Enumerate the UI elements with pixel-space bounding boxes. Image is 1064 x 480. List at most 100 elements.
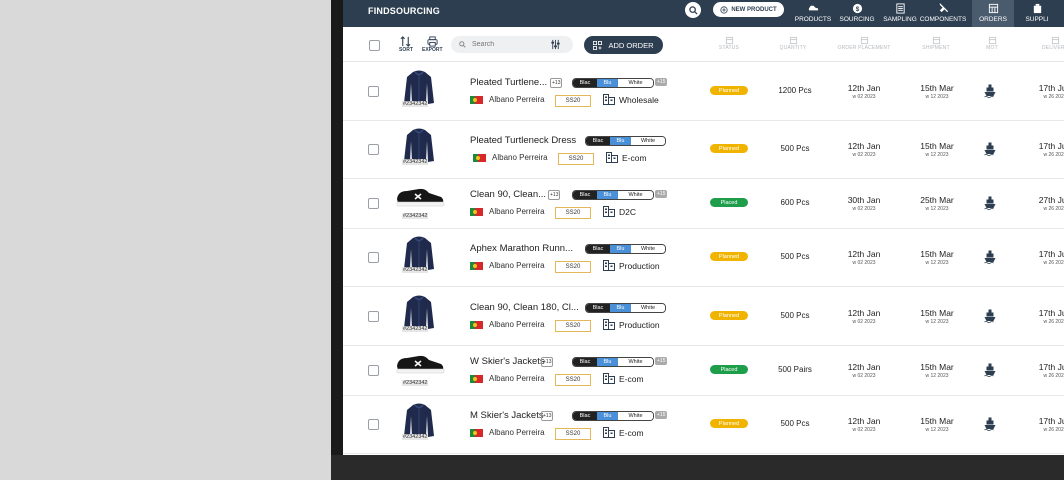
color-swatch-blac[interactable]: Blac (573, 79, 597, 87)
nav-item-sampling[interactable]: SAMPLING (883, 0, 918, 27)
order-placement-date[interactable]: 12th Jan w 02 2023 (834, 362, 894, 379)
color-swatch-blu[interactable]: Blu (597, 79, 618, 87)
shipment-date[interactable]: 15th Mar w 12 2023 (907, 141, 967, 158)
product-name[interactable]: Pleated Turtlene... (470, 77, 547, 88)
table-row[interactable]: #2342342 M Skier's Jackets +13 Blac Blu White… (343, 395, 1064, 454)
color-swatch-blu[interactable]: Blu (610, 137, 631, 145)
add-order-button[interactable]: ADD ORDER (584, 36, 663, 54)
color-swatch-white[interactable]: White (618, 358, 653, 366)
color-swatch-blac[interactable]: Blac (573, 191, 597, 199)
table-row[interactable]: #2342342 Clean 90, Clean 180, Cl... Blac Bl… (343, 286, 1064, 346)
color-swatches[interactable]: Blac Blu White (585, 136, 666, 146)
more-colors-badge[interactable]: +15 (655, 411, 668, 419)
product-name[interactable]: M Skier's Jackets (470, 410, 544, 421)
delivery-date[interactable]: 17th Junw 26 2023 (1025, 308, 1064, 325)
color-swatch-blu[interactable]: Blu (610, 245, 631, 253)
table-row[interactable]: #2342342 W Skier's Jackets +13 Blac Blu White… (343, 345, 1064, 396)
order-placement-date[interactable]: 12th Jan w 02 2023 (834, 249, 894, 266)
supplier-name[interactable]: Albano Perreira (489, 261, 545, 270)
delivery-date[interactable]: 17th Junw 26 2023 (1025, 141, 1064, 158)
shipment-date[interactable]: 15th Mar w 12 2023 (907, 308, 967, 325)
column-header-order-placement[interactable]: ORDER PLACEMENT (834, 36, 894, 51)
product-name[interactable]: Clean 90, Clean... (470, 189, 546, 200)
product-name[interactable]: Pleated Turtleneck Dress (470, 135, 576, 146)
shipment-date[interactable]: 15th Mar w 12 2023 (907, 362, 967, 379)
sort-button[interactable]: SORT (399, 36, 413, 53)
order-placement-date[interactable]: 12th Jan w 02 2023 (834, 416, 894, 433)
nav-item-sourcing[interactable]: $ SOURCING (839, 0, 875, 27)
more-variants-badge[interactable]: +13 (541, 411, 554, 421)
status-badge[interactable]: Planned (710, 311, 748, 320)
status-badge[interactable]: Planned (710, 252, 748, 261)
global-search-button[interactable] (685, 2, 701, 18)
product-name[interactable]: W Skier's Jackets (470, 356, 545, 367)
order-placement-date[interactable]: 12th Jan w 02 2023 (834, 141, 894, 158)
status-badge[interactable]: Planned (710, 144, 748, 153)
supplier-name[interactable]: Albano Perreira (489, 95, 545, 104)
new-product-button[interactable]: NEW PRODUCT (713, 2, 784, 17)
supplier-name[interactable]: Albano Perreira (489, 374, 545, 383)
product-thumbnail[interactable] (395, 352, 449, 378)
order-placement-date[interactable]: 12th Jan w 02 2023 (834, 308, 894, 325)
color-swatch-blu[interactable]: Blu (597, 412, 618, 420)
more-variants-badge[interactable]: +13 (541, 357, 554, 367)
color-swatches[interactable]: Blac Blu White (585, 244, 666, 254)
row-checkbox[interactable] (368, 144, 379, 155)
column-header-mot[interactable]: MOT (962, 36, 1022, 51)
color-swatch-blu[interactable]: Blu (610, 304, 631, 312)
color-swatch-white[interactable]: White (618, 412, 653, 420)
order-placement-date[interactable]: 12th Jan w 02 2023 (834, 83, 894, 100)
supplier-name[interactable]: Albano Perreira (489, 207, 545, 216)
status-badge[interactable]: Planned (710, 419, 748, 428)
nav-item-components[interactable]: COMPONENTS (919, 0, 967, 27)
column-header-shipment[interactable]: SHIPMENT (906, 36, 966, 51)
status-badge[interactable]: Planned (710, 86, 748, 95)
supplier-name[interactable]: Albano Perreira (492, 153, 548, 162)
row-checkbox[interactable] (368, 311, 379, 322)
status-badge[interactable]: Placed (710, 198, 748, 207)
color-swatch-blu[interactable]: Blu (597, 358, 618, 366)
row-checkbox[interactable] (368, 365, 379, 376)
nav-item-suppli[interactable]: SUPPLI (1017, 0, 1057, 27)
row-checkbox[interactable] (368, 252, 379, 263)
product-thumbnail[interactable] (395, 185, 449, 211)
more-variants-badge[interactable]: +13 (550, 78, 563, 88)
row-checkbox[interactable] (368, 86, 379, 97)
color-swatch-white[interactable]: White (618, 79, 653, 87)
color-swatches[interactable]: Blac Blu White (572, 78, 654, 88)
shipment-date[interactable]: 15th Mar w 12 2023 (907, 416, 967, 433)
table-row[interactable]: #2342342 Pleated Turtleneck Dress Blac Blu W… (343, 120, 1064, 179)
more-colors-badge[interactable]: +15 (655, 357, 668, 365)
color-swatch-blac[interactable]: Blac (573, 412, 597, 420)
color-swatch-white[interactable]: White (618, 191, 653, 199)
order-placement-date[interactable]: 30th Jan w 02 2023 (834, 195, 894, 212)
delivery-date[interactable]: 17th Junw 26 2023 (1025, 83, 1064, 100)
filter-sliders-icon[interactable] (550, 39, 561, 50)
brand-logo[interactable]: FINDSOURCING (368, 6, 440, 16)
row-checkbox[interactable] (368, 198, 379, 209)
product-name[interactable]: Clean 90, Clean 180, Cl... (470, 302, 579, 313)
color-swatches[interactable]: Blac Blu White (585, 303, 666, 313)
row-checkbox[interactable] (368, 419, 379, 430)
color-swatch-white[interactable]: White (631, 304, 665, 312)
nav-item-orders[interactable]: ORDERS (972, 0, 1014, 27)
column-header-quantity[interactable]: QUANTITY (763, 36, 823, 51)
more-colors-badge[interactable]: +15 (655, 190, 668, 198)
select-all-checkbox[interactable] (369, 40, 380, 51)
color-swatch-white[interactable]: White (631, 137, 665, 145)
search-box[interactable] (451, 36, 573, 53)
delivery-date[interactable]: 17th Junw 26 2023 (1025, 249, 1064, 266)
shipment-date[interactable]: 15th Mar w 12 2023 (907, 249, 967, 266)
color-swatch-blac[interactable]: Blac (586, 245, 610, 253)
more-variants-badge[interactable]: +13 (548, 190, 561, 200)
table-row[interactable]: #2342342 Aphex Marathon Runn... Blac Blu Whi… (343, 228, 1064, 287)
delivery-date[interactable]: 27th Junw 26 2023 (1025, 195, 1064, 212)
color-swatch-white[interactable]: White (631, 245, 665, 253)
color-swatch-blu[interactable]: Blu (597, 191, 618, 199)
table-row[interactable]: #2342342 Clean 90, Clean... +13 Blac Blu Whit… (343, 178, 1064, 229)
product-name[interactable]: Aphex Marathon Runn... (470, 243, 573, 254)
color-swatch-blac[interactable]: Blac (586, 137, 610, 145)
table-row[interactable]: #2342342 Pleated Turtlene... +13 Blac Blu Whi… (343, 62, 1064, 121)
nav-item-products[interactable]: PRODUCTS (795, 0, 831, 27)
export-button[interactable]: EXPORT (422, 36, 443, 53)
